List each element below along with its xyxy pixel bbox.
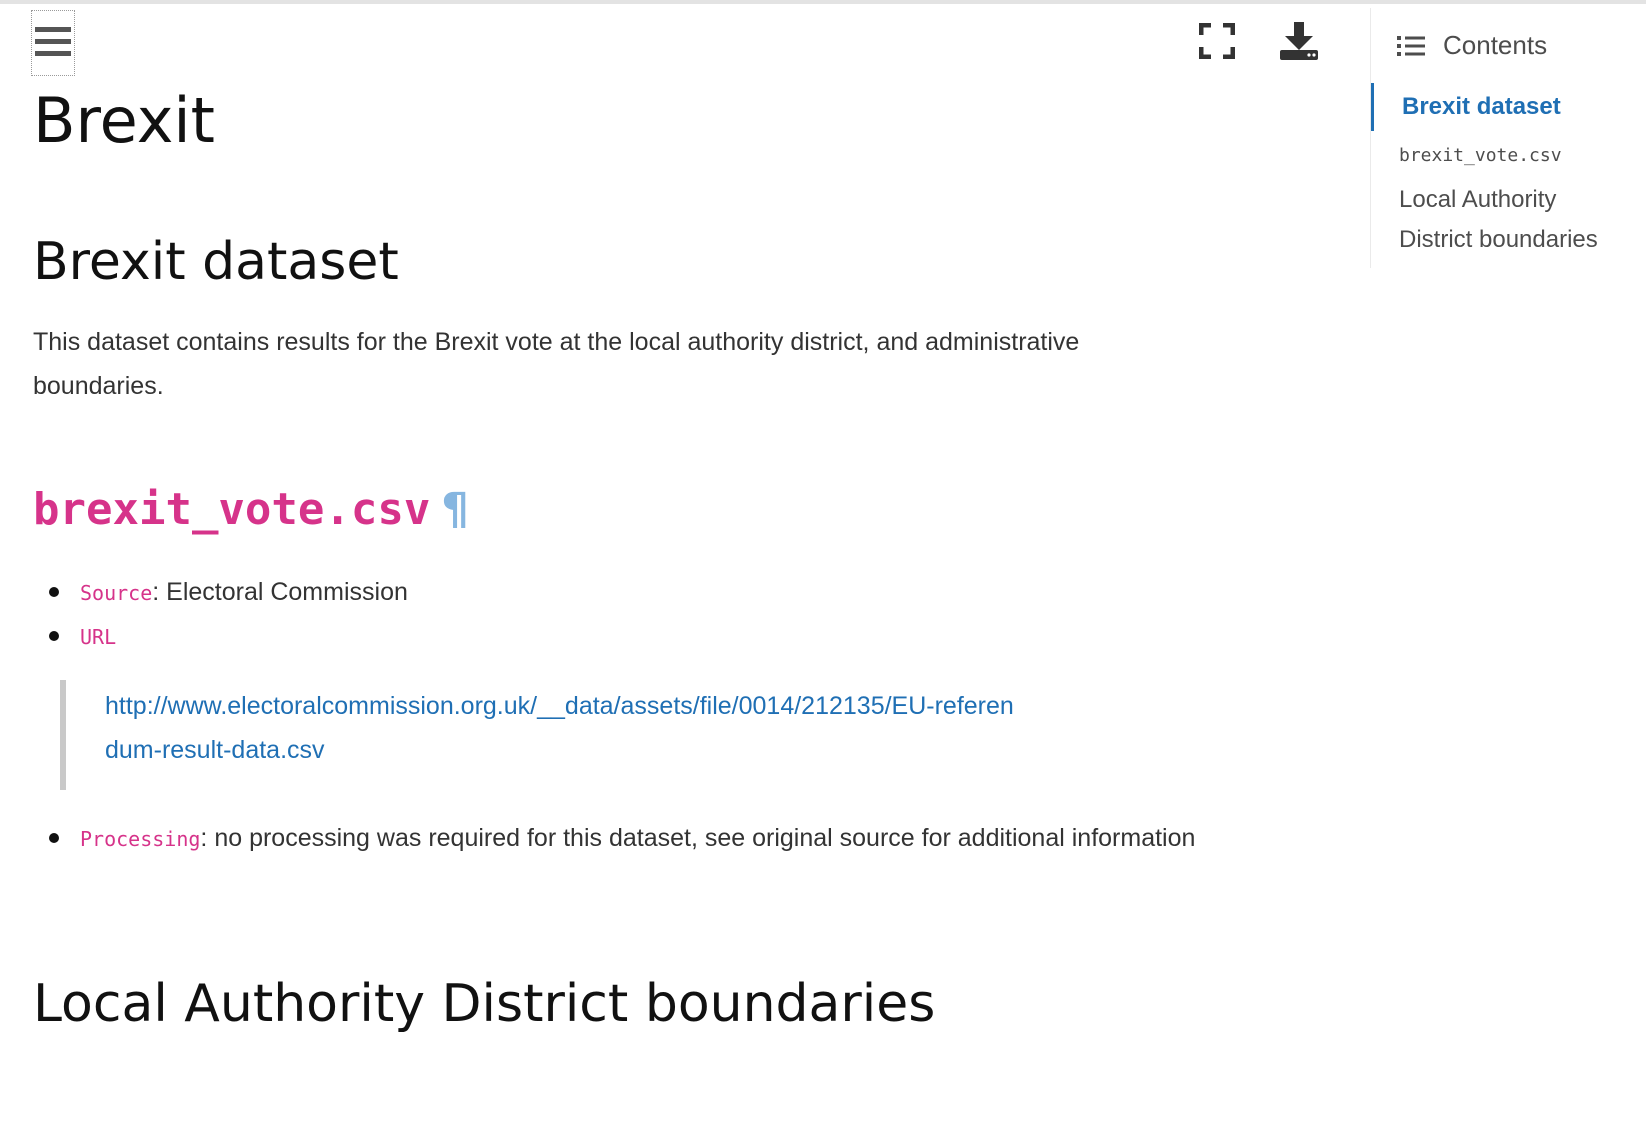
fullscreen-button[interactable] [1194,18,1240,64]
toc-list: Brexit dataset brexit_vote.csv Local Aut… [1371,83,1646,260]
fullscreen-icon [1199,23,1235,59]
subsection-heading-brexit-vote-csv: brexit_vote.csv ¶ [33,484,469,535]
bullet-dot [49,631,59,641]
menu-button[interactable] [31,10,75,76]
hamburger-menu-icon [35,27,71,56]
subsection-heading-text: brexit_vote.csv [33,484,431,535]
page-title: Brexit [33,84,215,157]
processing-value: : no processing was required for this da… [200,824,1196,852]
download-icon [1280,22,1318,60]
url-key: URL [80,625,117,649]
processing-key: Processing [80,827,201,851]
source-key: Source [80,581,153,605]
table-of-contents: Contents Brexit dataset brexit_vote.csv … [1370,8,1646,268]
list-item-source: Source: Electoral Commission [49,570,1200,615]
source-value: : Electoral Commission [152,578,408,606]
toc-item-lad-boundaries[interactable]: Local Authority District boundaries [1371,180,1631,260]
url-blockquote: http://www.electoralcommission.org.uk/__… [60,680,1060,790]
bullet-dot [49,587,59,597]
section-heading-lad-boundaries: Local Authority District boundaries [33,974,936,1034]
download-button[interactable] [1276,18,1322,64]
toc-item-brexit-dataset[interactable]: Brexit dataset [1371,83,1646,131]
toc-header: Contents [1397,30,1547,61]
list-icon [1397,35,1425,56]
bullet-dot [49,833,59,843]
toc-item-brexit-vote-csv[interactable]: brexit_vote.csv [1371,145,1646,166]
top-rule [0,0,1646,4]
source-url-link[interactable]: http://www.electoralcommission.org.uk/__… [105,684,1025,772]
permalink-anchor[interactable]: ¶ [442,484,469,535]
dataset-description: This dataset contains results for the Br… [33,328,1080,400]
toc-header-label: Contents [1443,30,1548,60]
section-heading-brexit-dataset: Brexit dataset [33,232,399,292]
list-item-processing: Processing: no processing was required f… [49,816,1200,861]
list-item-url: URL [49,614,1200,659]
